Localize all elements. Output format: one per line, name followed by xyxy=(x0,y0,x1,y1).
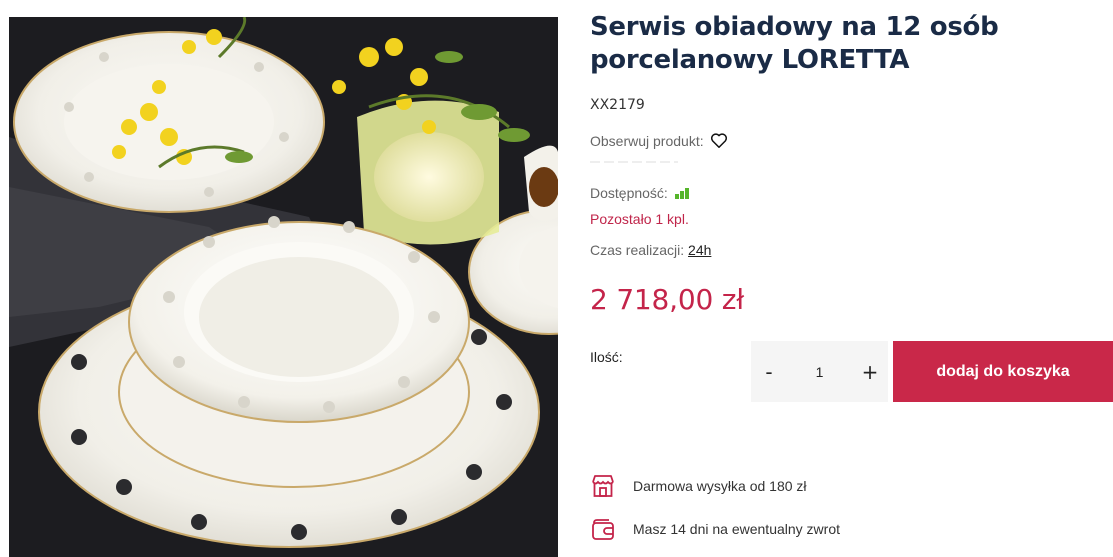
availability: Dostępność: xyxy=(590,185,689,201)
perk-free-shipping-text: Darmowa wysyłka od 180 zł xyxy=(633,478,807,494)
heart-icon[interactable] xyxy=(710,132,728,149)
product-title-line1: Serwis obiadowy na 12 osób xyxy=(590,12,999,42)
quantity-stepper: - + xyxy=(751,341,888,402)
perk-free-shipping: Darmowa wysyłka od 180 zł xyxy=(590,473,807,499)
perk-returns-text: Masz 14 dni na ewentualny zwrot xyxy=(633,521,840,537)
availability-bars-icon xyxy=(674,187,689,199)
store-icon xyxy=(592,475,614,497)
realization-label: Czas realizacji: xyxy=(590,242,685,258)
realization-time: Czas realizacji: 24h xyxy=(590,242,711,258)
perk-returns: Masz 14 dni na ewentualny zwrot xyxy=(590,516,840,542)
product-title-line2: porcelanowy LORETTA xyxy=(590,45,910,75)
watch-product: Obserwuj produkt: xyxy=(590,132,728,149)
quantity-decrease-button[interactable]: - xyxy=(751,341,787,402)
realization-link[interactable]: 24h xyxy=(688,242,711,258)
add-to-cart-button[interactable]: dodaj do koszyka xyxy=(893,341,1113,402)
product-price: 2 718,00 zł xyxy=(590,283,745,316)
wallet-icon xyxy=(592,519,614,540)
quantity-label: Ilość: xyxy=(590,349,623,365)
product-title: Serwis obiadowy na 12 osób porcelanowy L… xyxy=(590,11,1100,77)
quantity-input[interactable] xyxy=(794,363,845,380)
product-photo-illustration xyxy=(9,17,558,557)
product-image[interactable] xyxy=(9,17,558,557)
quantity-increase-button[interactable]: + xyxy=(852,341,888,402)
availability-label: Dostępność: xyxy=(590,185,668,201)
stock-remaining: Pozostało 1 kpl. xyxy=(590,211,689,227)
watch-label: Obserwuj produkt: xyxy=(590,132,704,149)
product-sku: XX2179 xyxy=(590,97,645,113)
faint-divider xyxy=(590,161,678,163)
